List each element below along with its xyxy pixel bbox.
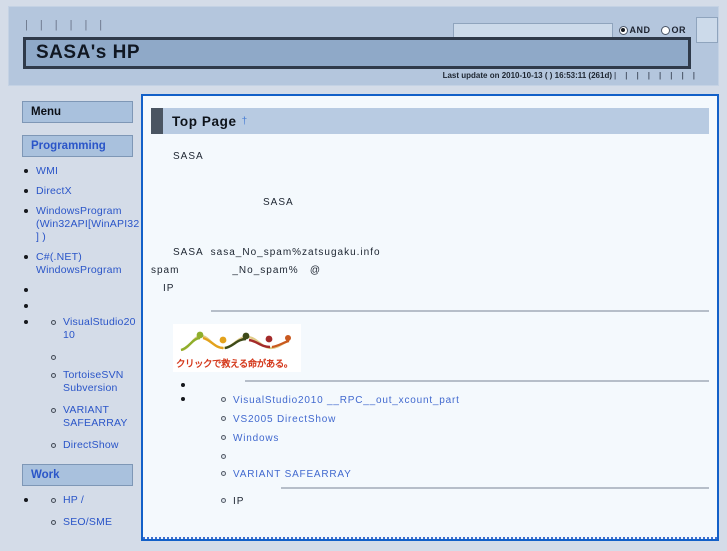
nav-separator: | xyxy=(84,19,88,31)
sidebar-section-work[interactable]: Work xyxy=(22,464,133,486)
sidebar-item-windowsprogram[interactable]: WindowsProgram (Win32API[WinAPI32] ) xyxy=(36,205,139,243)
content-link-windows[interactable]: Windows xyxy=(233,433,279,444)
list-item[interactable]: HP / xyxy=(49,494,141,507)
list-item[interactable]: C#(.NET) WindowsProgram xyxy=(22,251,141,277)
list-item[interactable]: VisualStudio2010 __RPC__out_xcount_part … xyxy=(179,394,709,508)
list-item[interactable] xyxy=(179,380,709,390)
nav-separator: | xyxy=(39,19,43,31)
footer-separator: | xyxy=(692,71,695,80)
sidebar-subitem-variant-safearray[interactable]: VARIANT SAFEARRAY xyxy=(63,404,128,429)
search-and-label: AND xyxy=(629,25,651,35)
site-title-bar: SASA's HP xyxy=(23,37,691,69)
content-list: VisualStudio2010 __RPC__out_xcount_part … xyxy=(151,380,709,508)
search-mode-and[interactable]: AND xyxy=(618,25,651,35)
search-mode-or[interactable]: OR xyxy=(660,25,687,35)
footer-separator: | xyxy=(659,71,662,80)
list-item[interactable]: HP / SEO/SME xyxy=(22,494,141,529)
sidebar: Menu Programming WMI DirectX WindowsProg… xyxy=(8,94,141,538)
sidebar-work-sublist: HP / SEO/SME xyxy=(36,494,141,529)
spam-paragraph: spam _No_spam% @ xyxy=(151,265,322,276)
radio-or-icon[interactable] xyxy=(660,25,670,35)
list-item[interactable]: SEO/SME xyxy=(49,516,141,529)
sidebar-subitem-tortoisesvn[interactable]: TortoiseSVN Subversion xyxy=(63,369,124,394)
sidebar-menu-header: Menu xyxy=(22,101,133,123)
footer-separator: | xyxy=(681,71,684,80)
divider xyxy=(281,487,709,489)
sidebar-work-subitem-seo-sme[interactable]: SEO/SME xyxy=(63,516,112,528)
content-bottom-divider xyxy=(143,537,717,539)
page-title-text: Top Page xyxy=(172,113,237,129)
sidebar-subitem-visualstudio2010[interactable]: VisualStudio2010 xyxy=(63,316,136,341)
nav-separator: | xyxy=(54,19,58,31)
sidebar-item-directx[interactable]: DirectX xyxy=(36,185,72,197)
content-link-variant-safearray[interactable]: VARIANT SAFEARRAY xyxy=(233,469,352,480)
nav-separator: | xyxy=(69,19,73,31)
sidebar-item-wmi[interactable]: WMI xyxy=(36,165,58,177)
content-link-vs2005-directshow[interactable]: VS2005 DirectShow xyxy=(233,414,336,425)
banner-text: クリックで救える命がある。 xyxy=(176,359,293,370)
list-item[interactable]: WMI xyxy=(22,165,141,178)
list-item[interactable]: VARIANT SAFEARRAY xyxy=(49,404,141,430)
main-content: Top Page † SASA SASA SASA sasa_No_spam%z… xyxy=(141,94,719,541)
footer-separator: | xyxy=(625,71,628,80)
sidebar-programming-sublist: VisualStudio2010 TortoiseSVN Subversion … xyxy=(36,316,141,452)
top-navigation: | | | | | | xyxy=(25,19,114,31)
search-or-label: OR xyxy=(671,25,686,35)
search-submit-button[interactable] xyxy=(696,17,718,43)
footer-separator: | xyxy=(614,71,617,80)
list-item[interactable]: VisualStudio2010 xyxy=(49,316,141,342)
list-item[interactable] xyxy=(49,351,141,360)
ip-paragraph: IP xyxy=(163,283,175,294)
mail-paragraph: SASA sasa_No_spam%zatsugaku.info xyxy=(173,247,381,258)
last-update-value: Last update on 2010-10-13 ( ) 16:53:11 (… xyxy=(442,71,612,80)
sidebar-programming-list: WMI DirectX WindowsProgram (Win32API[Win… xyxy=(8,165,141,452)
sidebar-item-csharp-net[interactable]: C#(.NET) WindowsProgram xyxy=(36,251,122,276)
page-anchor-link[interactable]: † xyxy=(242,116,248,127)
divider xyxy=(245,380,709,382)
click-to-save-lives-banner[interactable]: クリックで救える命がある。 xyxy=(173,324,301,372)
sidebar-section-programming[interactable]: Programming xyxy=(22,135,133,157)
search-input[interactable] xyxy=(452,22,613,38)
site-title[interactable]: SASA's HP xyxy=(26,42,140,64)
intro-paragraph: SASA xyxy=(173,151,204,162)
footer-separator: | xyxy=(636,71,639,80)
content-link-visualstudio2010-rpc[interactable]: VisualStudio2010 __RPC__out_xcount_part xyxy=(233,395,460,406)
list-item[interactable] xyxy=(22,300,141,309)
last-update-text: Last update on 2010-10-13 ( ) 16:53:11 (… xyxy=(443,71,702,80)
list-item[interactable]: Windows xyxy=(219,432,709,445)
nav-separator: | xyxy=(99,19,103,31)
divider xyxy=(211,310,709,312)
middle-paragraph: SASA xyxy=(263,197,294,208)
footer-separator: | xyxy=(670,71,673,80)
content-text-ip: IP xyxy=(233,496,245,507)
sidebar-work-link[interactable]: Work xyxy=(31,469,60,481)
sidebar-subitem-directshow[interactable]: DirectShow xyxy=(63,439,119,451)
list-item[interactable]: VisualStudio2010 __RPC__out_xcount_part xyxy=(219,394,709,407)
radio-and-icon[interactable] xyxy=(618,25,628,35)
list-item[interactable]: DirectShow xyxy=(49,439,141,452)
page-layout: Menu Programming WMI DirectX WindowsProg… xyxy=(8,94,719,543)
list-item[interactable]: TortoiseSVN Subversion xyxy=(49,369,141,395)
sidebar-work-subitem-hp[interactable]: HP / xyxy=(63,494,84,506)
list-item[interactable]: VS2005 DirectShow xyxy=(219,413,709,426)
sidebar-programming-link[interactable]: Programming xyxy=(31,140,106,152)
sidebar-work-list: HP / SEO/SME xyxy=(8,494,141,529)
footer-separator: | xyxy=(647,71,650,80)
list-item: IP xyxy=(219,495,709,508)
list-item[interactable]: DirectX xyxy=(22,185,141,198)
nav-separator: | xyxy=(25,19,28,31)
list-item[interactable] xyxy=(22,284,141,293)
content-sublist: VisualStudio2010 __RPC__out_xcount_part … xyxy=(193,394,709,508)
list-item[interactable] xyxy=(219,451,709,462)
site-header: | | | | | | AND OR SASA's HP Last update on 2… xyxy=(8,6,719,86)
page-title: Top Page † xyxy=(151,108,709,134)
banner-figures-icon xyxy=(180,331,291,352)
list-item[interactable]: WindowsProgram (Win32API[WinAPI32] ) xyxy=(22,205,141,244)
list-item[interactable]: VisualStudio2010 TortoiseSVN Subversion … xyxy=(22,316,141,452)
list-item[interactable]: VARIANT SAFEARRAY xyxy=(219,468,709,489)
